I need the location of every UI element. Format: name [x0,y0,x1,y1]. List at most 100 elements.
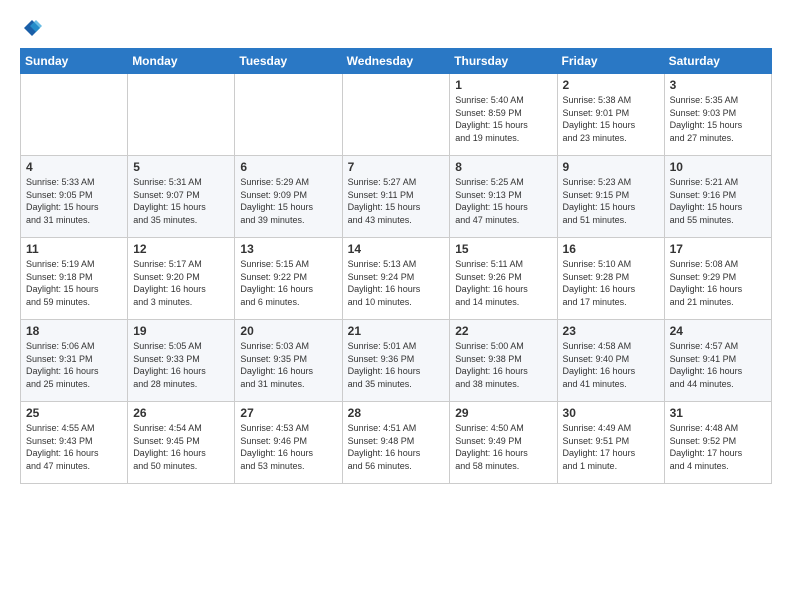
day-number: 13 [240,242,336,256]
day-info: Sunrise: 5:38 AM Sunset: 9:01 PM Dayligh… [563,94,659,144]
day-info: Sunrise: 4:54 AM Sunset: 9:45 PM Dayligh… [133,422,229,472]
calendar-cell: 18 Sunrise: 5:06 AM Sunset: 9:31 PM Dayli… [21,320,128,402]
day-info: Sunrise: 5:15 AM Sunset: 9:22 PM Dayligh… [240,258,336,308]
day-info: Sunrise: 5:19 AM Sunset: 9:18 PM Dayligh… [26,258,122,308]
day-number: 30 [563,406,659,420]
day-info: Sunrise: 5:40 AM Sunset: 8:59 PM Dayligh… [455,94,551,144]
calendar-table: SundayMondayTuesdayWednesdayThursdayFrid… [20,48,772,484]
calendar-cell: 9Sunrise: 5:23 AM Sunset: 9:15 PM Daylig… [557,156,664,238]
calendar-cell: 28 Sunrise: 4:51 AM Sunset: 9:48 PM Dayli… [342,402,450,484]
day-number: 21 [348,324,445,338]
calendar-week-row: 4Sunrise: 5:33 AM Sunset: 9:05 PM Daylig… [21,156,772,238]
calendar-cell: 29 Sunrise: 4:50 AM Sunset: 9:49 PM Dayli… [450,402,557,484]
calendar-cell: 15 Sunrise: 5:11 AM Sunset: 9:26 PM Dayli… [450,238,557,320]
calendar-cell [342,74,450,156]
day-info: Sunrise: 5:29 AM Sunset: 9:09 PM Dayligh… [240,176,336,226]
day-number: 5 [133,160,229,174]
day-info: Sunrise: 5:05 AM Sunset: 9:33 PM Dayligh… [133,340,229,390]
day-number: 26 [133,406,229,420]
day-number: 6 [240,160,336,174]
day-number: 16 [563,242,659,256]
day-info: Sunrise: 5:27 AM Sunset: 9:11 PM Dayligh… [348,176,445,226]
calendar-cell: 27 Sunrise: 4:53 AM Sunset: 9:46 PM Dayli… [235,402,342,484]
calendar-cell: 30 Sunrise: 4:49 AM Sunset: 9:51 PM Dayli… [557,402,664,484]
day-info: Sunrise: 5:00 AM Sunset: 9:38 PM Dayligh… [455,340,551,390]
calendar-cell: 31 Sunrise: 4:48 AM Sunset: 9:52 PM Dayli… [664,402,771,484]
day-info: Sunrise: 4:51 AM Sunset: 9:48 PM Dayligh… [348,422,445,472]
calendar-cell [21,74,128,156]
calendar-header-friday: Friday [557,49,664,74]
calendar-week-row: 25Sunrise: 4:55 AM Sunset: 9:43 PM Dayli… [21,402,772,484]
day-info: Sunrise: 4:57 AM Sunset: 9:41 PM Dayligh… [670,340,766,390]
day-info: Sunrise: 5:10 AM Sunset: 9:28 PM Dayligh… [563,258,659,308]
calendar-week-row: 1 Sunrise: 5:40 AM Sunset: 8:59 PM Daylig… [21,74,772,156]
calendar-cell: 13 Sunrise: 5:15 AM Sunset: 9:22 PM Dayli… [235,238,342,320]
calendar-cell [128,74,235,156]
day-info: Sunrise: 5:35 AM Sunset: 9:03 PM Dayligh… [670,94,766,144]
day-info: Sunrise: 4:55 AM Sunset: 9:43 PM Dayligh… [26,422,122,472]
day-info: Sunrise: 5:31 AM Sunset: 9:07 PM Dayligh… [133,176,229,226]
day-info: Sunrise: 5:13 AM Sunset: 9:24 PM Dayligh… [348,258,445,308]
calendar-cell: 22Sunrise: 5:00 AM Sunset: 9:38 PM Dayli… [450,320,557,402]
calendar-cell: 14Sunrise: 5:13 AM Sunset: 9:24 PM Dayli… [342,238,450,320]
day-number: 1 [455,78,551,92]
day-info: Sunrise: 5:06 AM Sunset: 9:31 PM Dayligh… [26,340,122,390]
day-info: Sunrise: 4:58 AM Sunset: 9:40 PM Dayligh… [563,340,659,390]
day-number: 11 [26,242,122,256]
day-info: Sunrise: 4:48 AM Sunset: 9:52 PM Dayligh… [670,422,766,472]
day-number: 23 [563,324,659,338]
calendar-header-row: SundayMondayTuesdayWednesdayThursdayFrid… [21,49,772,74]
calendar-cell: 21 Sunrise: 5:01 AM Sunset: 9:36 PM Dayli… [342,320,450,402]
calendar-header-saturday: Saturday [664,49,771,74]
logo-text [20,18,42,38]
day-number: 2 [563,78,659,92]
day-number: 20 [240,324,336,338]
day-info: Sunrise: 4:53 AM Sunset: 9:46 PM Dayligh… [240,422,336,472]
calendar-header-sunday: Sunday [21,49,128,74]
day-number: 3 [670,78,766,92]
day-number: 31 [670,406,766,420]
calendar-cell: 7Sunrise: 5:27 AM Sunset: 9:11 PM Daylig… [342,156,450,238]
day-number: 10 [670,160,766,174]
day-number: 8 [455,160,551,174]
day-info: Sunrise: 4:49 AM Sunset: 9:51 PM Dayligh… [563,422,659,472]
day-info: Sunrise: 5:21 AM Sunset: 9:16 PM Dayligh… [670,176,766,226]
calendar-week-row: 11 Sunrise: 5:19 AM Sunset: 9:18 PM Dayli… [21,238,772,320]
day-info: Sunrise: 5:23 AM Sunset: 9:15 PM Dayligh… [563,176,659,226]
calendar-cell: 2 Sunrise: 5:38 AM Sunset: 9:01 PM Daylig… [557,74,664,156]
calendar-cell: 17 Sunrise: 5:08 AM Sunset: 9:29 PM Dayli… [664,238,771,320]
day-info: Sunrise: 5:25 AM Sunset: 9:13 PM Dayligh… [455,176,551,226]
calendar-cell: 20Sunrise: 5:03 AM Sunset: 9:35 PM Dayli… [235,320,342,402]
calendar-cell: 16 Sunrise: 5:10 AM Sunset: 9:28 PM Dayli… [557,238,664,320]
calendar-header-wednesday: Wednesday [342,49,450,74]
calendar-cell: 12 Sunrise: 5:17 AM Sunset: 9:20 PM Dayli… [128,238,235,320]
calendar-header-monday: Monday [128,49,235,74]
calendar-cell: 5 Sunrise: 5:31 AM Sunset: 9:07 PM Daylig… [128,156,235,238]
calendar-cell: 10 Sunrise: 5:21 AM Sunset: 9:16 PM Dayli… [664,156,771,238]
calendar-cell: 3 Sunrise: 5:35 AM Sunset: 9:03 PM Daylig… [664,74,771,156]
day-info: Sunrise: 4:50 AM Sunset: 9:49 PM Dayligh… [455,422,551,472]
day-number: 17 [670,242,766,256]
day-number: 12 [133,242,229,256]
day-number: 18 [26,324,122,338]
calendar-cell: 25Sunrise: 4:55 AM Sunset: 9:43 PM Dayli… [21,402,128,484]
day-number: 27 [240,406,336,420]
day-number: 15 [455,242,551,256]
calendar-cell: 4Sunrise: 5:33 AM Sunset: 9:05 PM Daylig… [21,156,128,238]
calendar-cell: 6 Sunrise: 5:29 AM Sunset: 9:09 PM Daylig… [235,156,342,238]
calendar-header-tuesday: Tuesday [235,49,342,74]
header [20,18,772,38]
day-number: 28 [348,406,445,420]
day-number: 24 [670,324,766,338]
day-number: 29 [455,406,551,420]
day-info: Sunrise: 5:11 AM Sunset: 9:26 PM Dayligh… [455,258,551,308]
calendar-cell [235,74,342,156]
day-info: Sunrise: 5:08 AM Sunset: 9:29 PM Dayligh… [670,258,766,308]
day-info: Sunrise: 5:17 AM Sunset: 9:20 PM Dayligh… [133,258,229,308]
page: SundayMondayTuesdayWednesdayThursdayFrid… [0,0,792,612]
calendar-cell: 1 Sunrise: 5:40 AM Sunset: 8:59 PM Daylig… [450,74,557,156]
day-info: Sunrise: 5:01 AM Sunset: 9:36 PM Dayligh… [348,340,445,390]
day-number: 19 [133,324,229,338]
day-number: 4 [26,160,122,174]
logo [20,18,42,38]
